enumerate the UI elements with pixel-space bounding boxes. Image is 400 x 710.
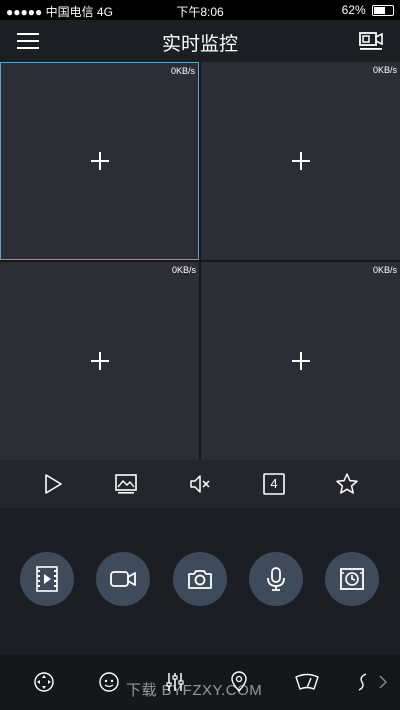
video-call-button[interactable]	[96, 552, 150, 606]
bitrate-label: 0KB/s	[171, 265, 196, 275]
record-video-button[interactable]	[20, 552, 74, 606]
video-cell-2[interactable]: 0KB/s	[201, 62, 400, 260]
record-video-icon	[36, 566, 58, 592]
video-cell-3[interactable]: 0KB/s	[0, 262, 199, 460]
snapshot-camera-icon	[188, 570, 212, 589]
battery-status: 62%	[342, 3, 394, 17]
video-camera-icon	[110, 571, 136, 587]
play-icon[interactable]	[41, 472, 65, 496]
clock: 下午8:06	[176, 5, 224, 19]
video-grid: 0KB/s 0KB/s 0KB/s 0KB/s	[0, 62, 400, 460]
more-icon[interactable]	[356, 671, 370, 693]
talk-button[interactable]	[249, 552, 303, 606]
watermark: 下载 BYFZXY.COM	[126, 682, 263, 699]
split-count: 4	[270, 476, 278, 491]
device-switch-button[interactable]	[358, 29, 384, 53]
nav-header: 实时监控	[0, 20, 400, 62]
page-title: 实时监控	[161, 34, 238, 55]
mute-icon[interactable]	[188, 472, 212, 496]
bitrate-label: 0KB/s	[372, 65, 397, 75]
split-screen-button[interactable]: 4	[262, 472, 286, 496]
wiper-icon[interactable]	[294, 671, 320, 693]
video-cell-1[interactable]: 0KB/s	[0, 62, 199, 260]
add-device-icon[interactable]	[291, 151, 311, 171]
device-list-icon	[359, 32, 383, 50]
face-icon[interactable]	[98, 671, 120, 693]
add-device-icon[interactable]	[90, 351, 110, 371]
bottom-function-bar: 下载 BYFZXY.COM	[0, 655, 400, 710]
add-device-icon[interactable]	[90, 151, 110, 171]
snapshot-button[interactable]	[173, 552, 227, 606]
playback-toolbar: 4	[0, 460, 400, 508]
battery-icon	[372, 5, 394, 17]
favorite-star-icon[interactable]	[335, 472, 359, 496]
status-bar: ●●●●● 中国电信 4G 下午8:06 62%	[0, 0, 400, 20]
playback-icon	[340, 568, 364, 590]
microphone-icon	[267, 567, 285, 591]
bitrate-label: 0KB/s	[372, 265, 397, 275]
bitrate-label: 0KB/s	[170, 66, 195, 76]
video-cell-4[interactable]: 0KB/s	[201, 262, 400, 460]
control-panel	[0, 508, 400, 655]
chevron-right-icon[interactable]	[378, 671, 388, 693]
image-quality-icon[interactable]	[114, 472, 138, 496]
add-device-icon[interactable]	[291, 351, 311, 371]
battery-percent: 62%	[341, 3, 366, 17]
playback-button[interactable]	[325, 552, 379, 606]
ptz-direction-icon[interactable]	[33, 671, 55, 693]
